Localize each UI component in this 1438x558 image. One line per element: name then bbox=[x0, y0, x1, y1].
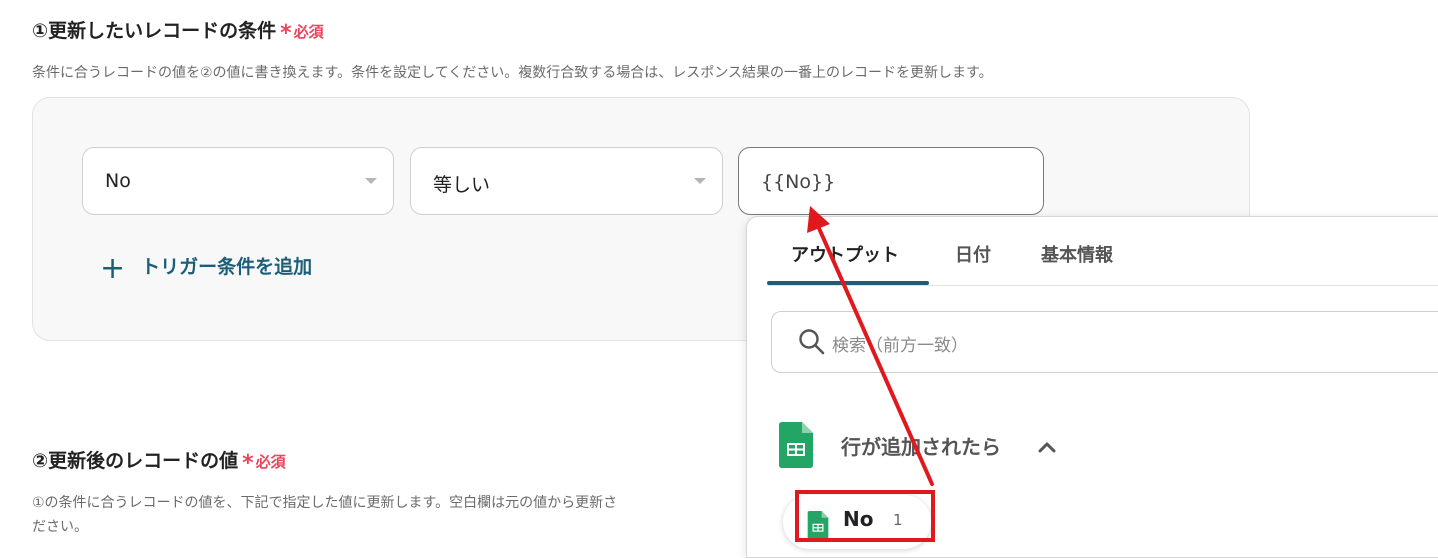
updated-values-description-line1: ①の条件に合うレコードの値を、下記で指定した値に更新します。空白欄は元の値から更… bbox=[32, 495, 618, 511]
tab-date[interactable]: 日付 bbox=[955, 241, 991, 267]
trigger-group-label[interactable]: 行が追加されたら bbox=[841, 431, 1001, 460]
search-placeholder: 検索（前方一致） bbox=[832, 336, 968, 356]
updated-values-description-line2: ださい。 bbox=[32, 519, 88, 535]
search-input[interactable]: 検索（前方一致） bbox=[771, 311, 1438, 373]
required-star: * bbox=[280, 21, 292, 46]
field-select-value: No bbox=[105, 170, 131, 192]
updated-values-section-title: ②更新後のレコードの値 * 必須 bbox=[32, 446, 286, 476]
google-sheets-icon bbox=[779, 422, 813, 472]
add-trigger-condition-button[interactable]: + トリガー条件を追加 bbox=[100, 251, 312, 286]
condition-section-description: 条件に合うレコードの値を②の値に書き換えます。条件を設定してください。複数行合致… bbox=[32, 65, 993, 81]
condition-value-text: {{No}} bbox=[761, 171, 836, 193]
operator-select-value: 等しい bbox=[433, 174, 491, 196]
required-label: 必須 bbox=[255, 453, 286, 471]
dropdown-caret-icon bbox=[694, 178, 706, 184]
chevron-up-icon[interactable] bbox=[1037, 439, 1057, 458]
search-icon bbox=[798, 328, 826, 360]
required-label: 必須 bbox=[293, 23, 324, 41]
condition-value-input[interactable]: {{No}} bbox=[738, 147, 1044, 215]
required-badge: * 必須 bbox=[280, 21, 324, 46]
condition-section-title-text: ①更新したいレコードの条件 bbox=[32, 20, 277, 42]
field-select[interactable]: No bbox=[82, 147, 394, 215]
tab-basic-info[interactable]: 基本情報 bbox=[1041, 241, 1113, 267]
plus-icon: + bbox=[100, 251, 126, 286]
required-badge: * 必須 bbox=[242, 451, 286, 476]
tab-divider bbox=[767, 285, 1438, 286]
dropdown-caret-icon bbox=[365, 178, 377, 184]
updated-values-section-title-text: ②更新後のレコードの値 bbox=[32, 450, 239, 472]
condition-section-title: ①更新したいレコードの条件 * 必須 bbox=[32, 16, 324, 46]
operator-select[interactable]: 等しい bbox=[410, 147, 723, 215]
tab-output[interactable]: アウトプット bbox=[791, 241, 899, 267]
annotation-highlight-box bbox=[795, 490, 935, 542]
required-star: * bbox=[242, 451, 254, 476]
add-trigger-condition-label: トリガー条件を追加 bbox=[141, 256, 313, 278]
